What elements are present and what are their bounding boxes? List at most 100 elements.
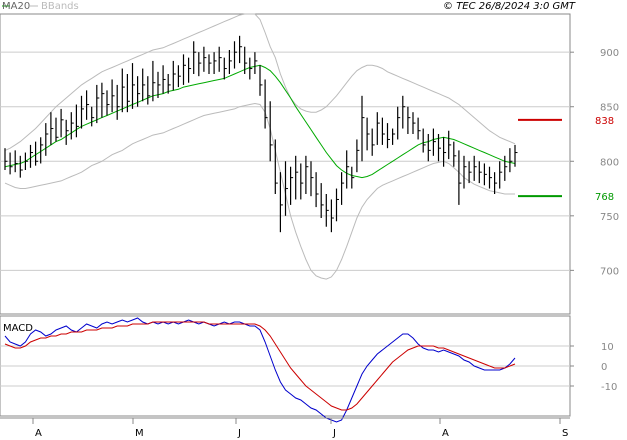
ohlc-bar bbox=[335, 188, 339, 222]
macd-tick-label: -10 bbox=[601, 382, 617, 393]
resistance-label: 838 bbox=[595, 116, 614, 127]
ohlc-bar bbox=[249, 57, 253, 80]
ohlc-bar bbox=[284, 161, 288, 216]
ohlc-bar bbox=[341, 172, 345, 205]
ohlc-bar bbox=[432, 128, 436, 156]
ohlc-bar bbox=[80, 95, 84, 129]
ohlc-bar bbox=[407, 106, 411, 134]
ohlc-bar bbox=[244, 46, 248, 74]
ohlc-bar bbox=[101, 82, 105, 118]
ohlc-bar bbox=[325, 194, 329, 227]
ohlc-bar bbox=[366, 117, 370, 151]
ohlc-bar bbox=[259, 65, 263, 96]
ohlc-bar bbox=[478, 161, 482, 184]
ohlc-bar bbox=[274, 139, 278, 194]
ohlc-bar bbox=[198, 52, 202, 77]
ohlc-bar bbox=[193, 41, 197, 74]
ohlc-bar bbox=[9, 152, 13, 175]
ohlc-bar bbox=[499, 161, 503, 189]
price-panel: 700 750 800 850 900 838 768 bbox=[0, 13, 619, 315]
ohlc-bar bbox=[45, 123, 49, 156]
ohlc-bar bbox=[19, 155, 23, 178]
ohlc-bar bbox=[116, 84, 120, 120]
x-axis: AMJJAS bbox=[0, 417, 570, 439]
ohlc-bar bbox=[458, 150, 462, 205]
ohlc-bar bbox=[310, 161, 314, 197]
macd-panel: MACD 10 0 -10 bbox=[0, 315, 617, 423]
month-label: J bbox=[237, 428, 241, 439]
price-axis: 700 750 800 850 900 bbox=[570, 48, 619, 277]
ohlc-bar bbox=[228, 50, 232, 74]
ohlc-bar bbox=[392, 128, 396, 145]
price-tick-label: 800 bbox=[600, 157, 619, 168]
ohlc-bar bbox=[361, 95, 365, 162]
ohlc-bar bbox=[356, 139, 360, 173]
ohlc-bar bbox=[402, 95, 406, 129]
bb-lower-line bbox=[4, 102, 515, 280]
ohlc-bar bbox=[264, 79, 268, 129]
ohlc-bar bbox=[427, 134, 431, 162]
ohlc-bar bbox=[203, 46, 207, 72]
ohlc-bar bbox=[182, 54, 186, 85]
ohlc-bar bbox=[386, 123, 390, 149]
ohlc-bar bbox=[397, 106, 401, 140]
macd-lines bbox=[4, 317, 516, 423]
ohlc-bar bbox=[70, 112, 74, 140]
ohlc-bar bbox=[453, 141, 457, 167]
legend-ma: MA20 bbox=[2, 1, 30, 12]
ohlc-bar bbox=[223, 57, 227, 80]
ohlc-bar bbox=[218, 46, 222, 72]
ohlc-bar bbox=[177, 65, 181, 88]
ohlc-bar bbox=[509, 148, 513, 173]
ohlc-bar bbox=[463, 155, 467, 189]
ohlc-bar bbox=[315, 172, 319, 208]
month-label: J bbox=[332, 428, 336, 439]
ohlc-bar bbox=[412, 112, 416, 134]
ohlc-bar bbox=[417, 117, 421, 140]
ohlc-bar bbox=[468, 161, 472, 184]
ohlc-bar bbox=[494, 172, 498, 194]
ohlc-bar bbox=[162, 65, 166, 94]
ohlc-bar bbox=[85, 90, 90, 120]
ohlc-bar bbox=[142, 68, 146, 102]
month-label: A bbox=[35, 428, 42, 439]
ohlc-bar bbox=[96, 84, 100, 124]
month-label: S bbox=[562, 428, 568, 439]
ohlc-bar bbox=[504, 155, 508, 181]
ohlc-bar bbox=[473, 155, 477, 181]
macd-title: MACD bbox=[3, 323, 33, 334]
ohlc-bar bbox=[351, 166, 355, 189]
ohlc-bar bbox=[514, 144, 518, 167]
ohlc-bar bbox=[295, 155, 299, 200]
macd-tick-label: 0 bbox=[601, 362, 607, 373]
ohlc-bar bbox=[188, 57, 192, 83]
ohlc-bar bbox=[376, 112, 380, 145]
ohlc-bar bbox=[239, 35, 243, 64]
macd-tick-label: 10 bbox=[601, 342, 614, 353]
legend: MA20 BBands bbox=[2, 1, 79, 12]
ohlc-bar bbox=[483, 163, 487, 186]
price-tick-label: 700 bbox=[600, 266, 619, 277]
copyright: © TEC 26/8/2024 3:0 GMT bbox=[443, 1, 576, 12]
price-tick-label: 750 bbox=[600, 212, 619, 223]
ohlc-bar bbox=[111, 79, 115, 113]
ohlc-bars bbox=[4, 35, 518, 233]
ohlc-bar bbox=[254, 52, 258, 74]
ohlc-bar bbox=[381, 117, 385, 145]
stock-chart: MA20 BBands © TEC 26/8/2024 3:0 GMT 7007… bbox=[0, 1, 619, 439]
month-label: M bbox=[135, 428, 144, 439]
macd-line bbox=[4, 317, 516, 423]
ohlc-bar bbox=[91, 106, 95, 127]
ohlc-bar bbox=[448, 130, 452, 160]
price-tick-label: 900 bbox=[600, 48, 619, 59]
price-tick-label: 850 bbox=[600, 103, 619, 114]
ohlc-bar bbox=[346, 150, 350, 189]
ohlc-bar bbox=[422, 128, 426, 153]
support-label: 768 bbox=[595, 192, 614, 203]
ohlc-bar bbox=[131, 63, 135, 109]
ohlc-bar bbox=[55, 117, 59, 142]
ohlc-bar bbox=[233, 41, 237, 69]
legend-bb: BBands bbox=[41, 1, 79, 12]
ohlc-bar bbox=[269, 101, 273, 162]
ohlc-bar bbox=[290, 166, 294, 205]
